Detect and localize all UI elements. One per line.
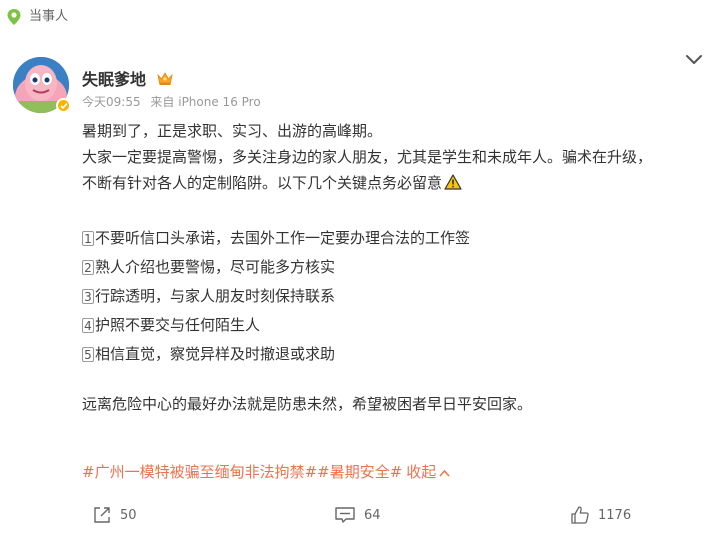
topic-link[interactable]: #广州一模特被骗至缅甸非法拘禁#: [82, 463, 317, 481]
list-item-text: 行踪透明，与家人朋友时刻保持联系: [95, 287, 336, 305]
post-time: 今天09:55: [82, 95, 141, 109]
topic-link[interactable]: #暑期安全#: [317, 463, 402, 481]
chevron-up-icon: [439, 460, 450, 484]
username[interactable]: 失眠爹地: [82, 66, 146, 90]
keycap-number-icon: 4: [82, 318, 94, 333]
keycap-number-icon: 1: [82, 231, 94, 246]
like-button[interactable]: 1176: [570, 504, 631, 526]
post-line: 大家一定要提高警惕，多关注身边的家人朋友，尤其是学生和未成年人。骗术在升级，: [82, 148, 653, 166]
keycap-number-icon: 5: [82, 347, 94, 362]
list-item: 2 熟人介绍也要警惕，尽可能多方核实: [82, 253, 712, 282]
keycap-number-icon: 3: [82, 289, 94, 304]
list-item-text: 护照不要交与任何陌生人: [95, 316, 261, 334]
keycap-number-icon: 2: [82, 260, 94, 275]
source-tag-label: 当事人: [29, 9, 69, 24]
post-line: 不断有针对各人的定制陷阱。以下几个关键点务必留意: [82, 170, 712, 196]
source-tag[interactable]: 当事人: [6, 8, 68, 26]
like-icon: [570, 505, 590, 525]
crown-icon[interactable]: [156, 70, 174, 86]
collapse-label: 收起: [406, 463, 437, 481]
post-body: 暑期到了，正是求职、实习、出游的高峰期。 大家一定要提高警惕，多关注身边的家人朋…: [82, 118, 712, 417]
warning-icon: [444, 172, 462, 190]
share-count: 50: [120, 507, 137, 523]
list-item-text: 不要听信口头承诺，去国外工作一定要办理合法的工作签: [95, 229, 471, 247]
list-item-text: 熟人介绍也要警惕，尽可能多方核实: [95, 258, 336, 276]
list-item: 5 相信直觉，察觉异样及时撤退或求助: [82, 340, 712, 369]
post-line: 暑期到了，正是求职、实习、出游的高峰期。: [82, 122, 383, 140]
comment-button[interactable]: 64: [334, 504, 381, 526]
like-count: 1176: [598, 507, 632, 523]
topic-row: #广州一模特被骗至缅甸非法拘禁##暑期安全# 收起: [82, 460, 450, 484]
list-item-text: 相信直觉，察觉异样及时撤退或求助: [95, 345, 336, 363]
comment-count: 64: [364, 507, 381, 523]
list-item: 4 护照不要交与任何陌生人: [82, 311, 712, 340]
username-row: 失眠爹地: [82, 67, 174, 89]
location-pin-icon: [6, 8, 22, 26]
list-item: 1 不要听信口头承诺，去国外工作一定要办理合法的工作签: [82, 224, 712, 253]
share-button[interactable]: 50: [92, 504, 137, 526]
post-meta: 今天09:55 来自 iPhone 16 Pro: [82, 94, 261, 110]
post-source: 来自 iPhone 16 Pro: [150, 95, 261, 109]
list-item: 3 行踪透明，与家人朋友时刻保持联系: [82, 282, 712, 311]
post-closing: 远离危险中心的最好办法就是防患未然，希望被困者早日平安回家。: [82, 395, 533, 413]
post-line-text: 不断有针对各人的定制陷阱。以下几个关键点务必留意: [82, 174, 443, 192]
more-options-button[interactable]: [682, 50, 706, 70]
collapse-button[interactable]: 收起: [406, 463, 450, 481]
chevron-down-icon: [685, 51, 703, 70]
comment-icon: [334, 506, 356, 524]
share-icon: [92, 506, 112, 524]
action-bar: 50 64 1176: [0, 500, 720, 530]
verified-badge-icon: [56, 98, 71, 113]
